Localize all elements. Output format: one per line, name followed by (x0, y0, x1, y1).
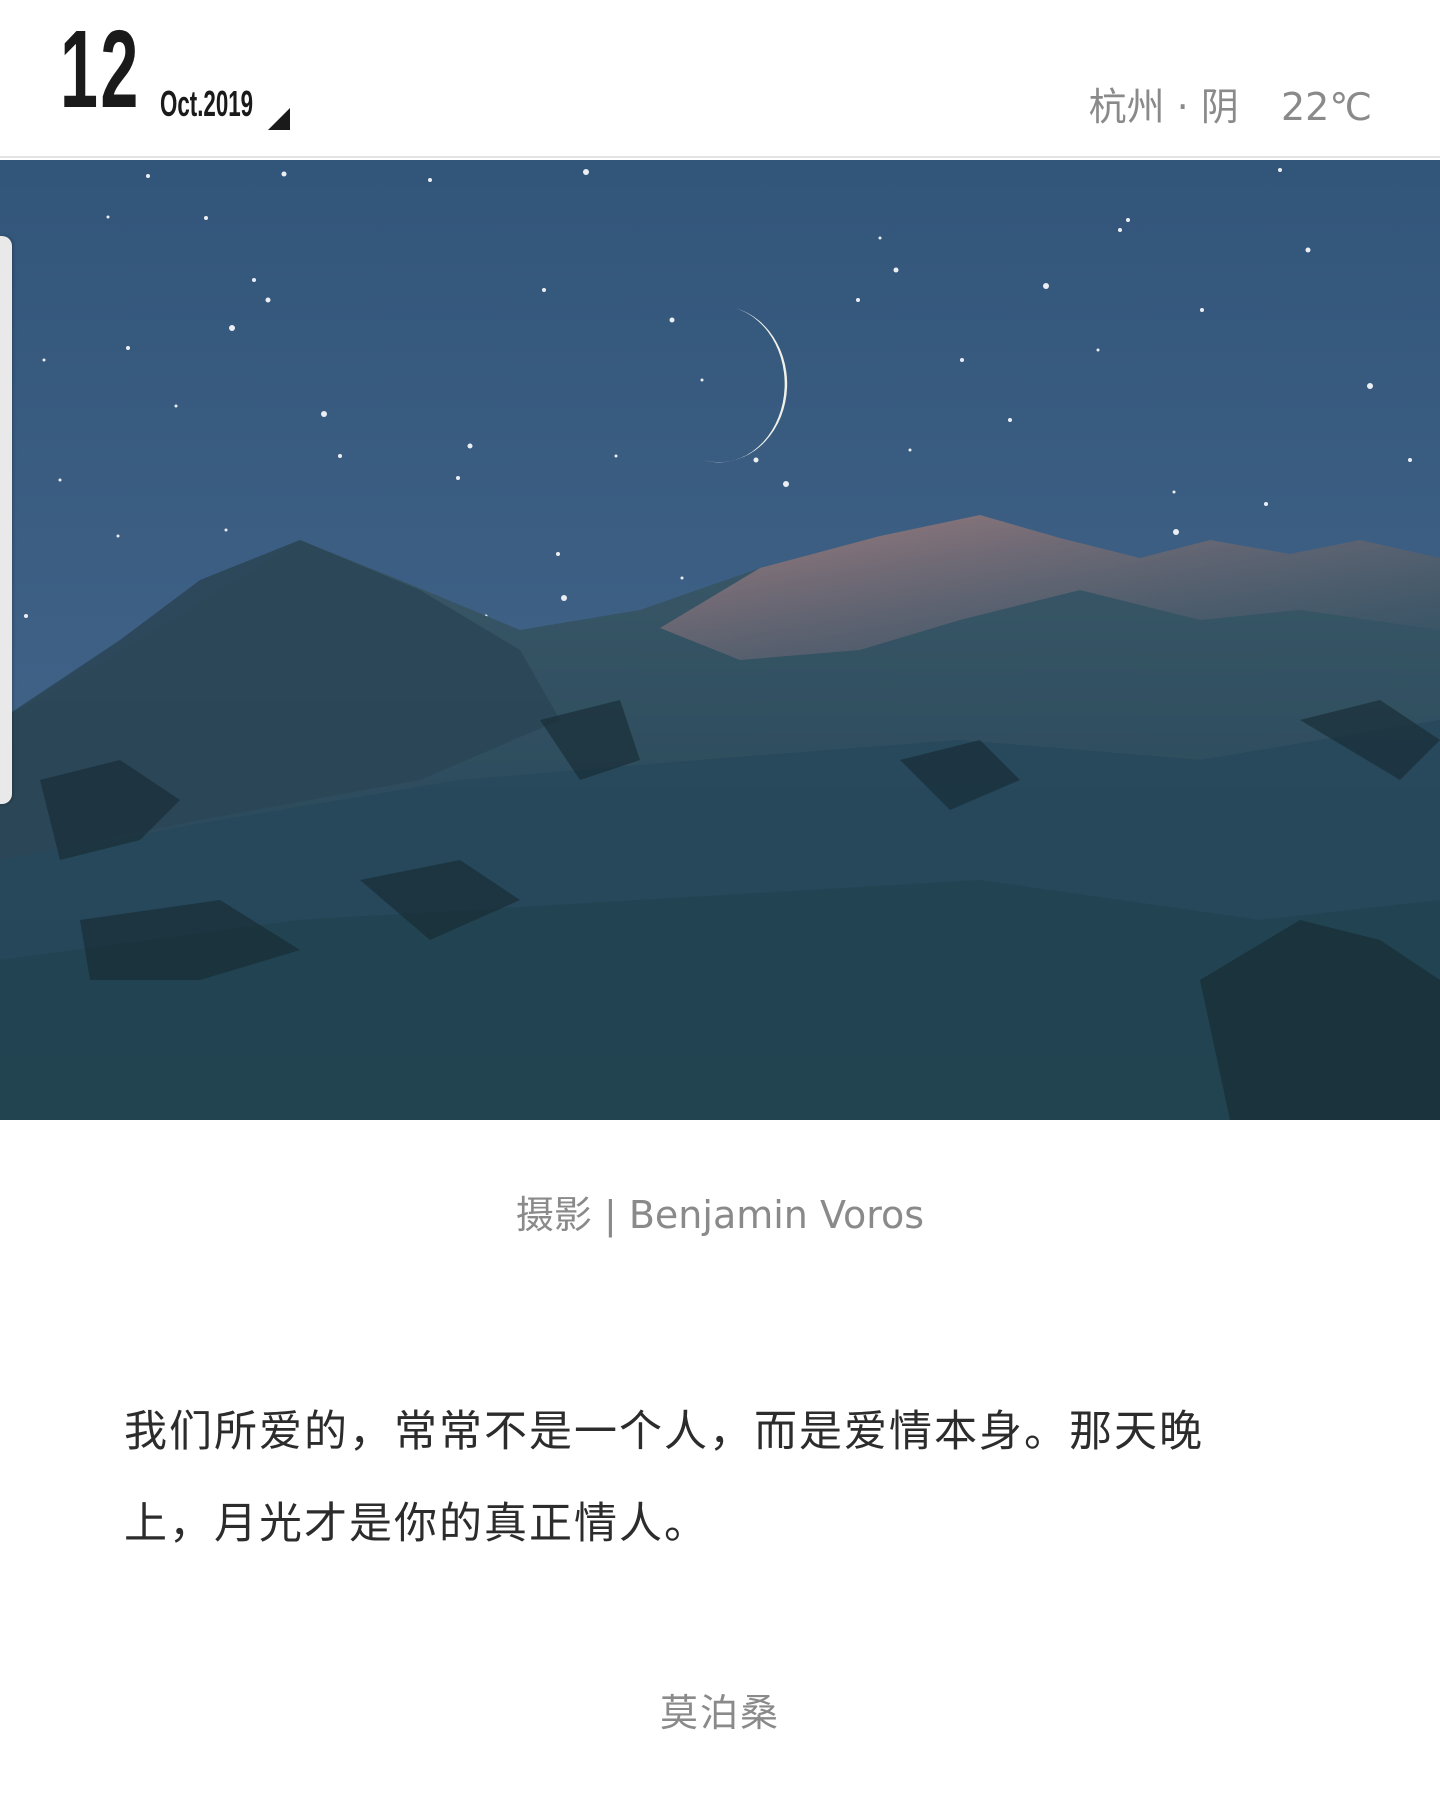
date-header: 12 Oct.2019 杭州 · 阴 22℃ (0, 0, 1440, 158)
moon-mountain-photo (0, 160, 1440, 1120)
side-drawer-handle[interactable] (0, 236, 12, 804)
daily-quote: 我们所爱的，常常不是一个人，而是爱情本身。那天晚上，月光才是你的真正情人。 (124, 1407, 1204, 1549)
weather-temperature: 22℃ (1280, 85, 1372, 129)
featured-photo (0, 160, 1440, 1120)
quote-author: 莫泊桑 (659, 1691, 780, 1735)
date-day: 12 (60, 8, 141, 131)
photo-credit: 摄影 | Benjamin Voros (515, 1193, 925, 1237)
weather-info: 杭州 · 阴 22℃ (1089, 82, 1372, 132)
date-month-year: Oct.2019 (160, 83, 254, 124)
weather-separator: · (1176, 85, 1189, 129)
corner-triangle-icon[interactable] (268, 108, 290, 130)
weather-city: 杭州 (1088, 85, 1165, 129)
weather-condition: 阴 (1200, 85, 1239, 129)
